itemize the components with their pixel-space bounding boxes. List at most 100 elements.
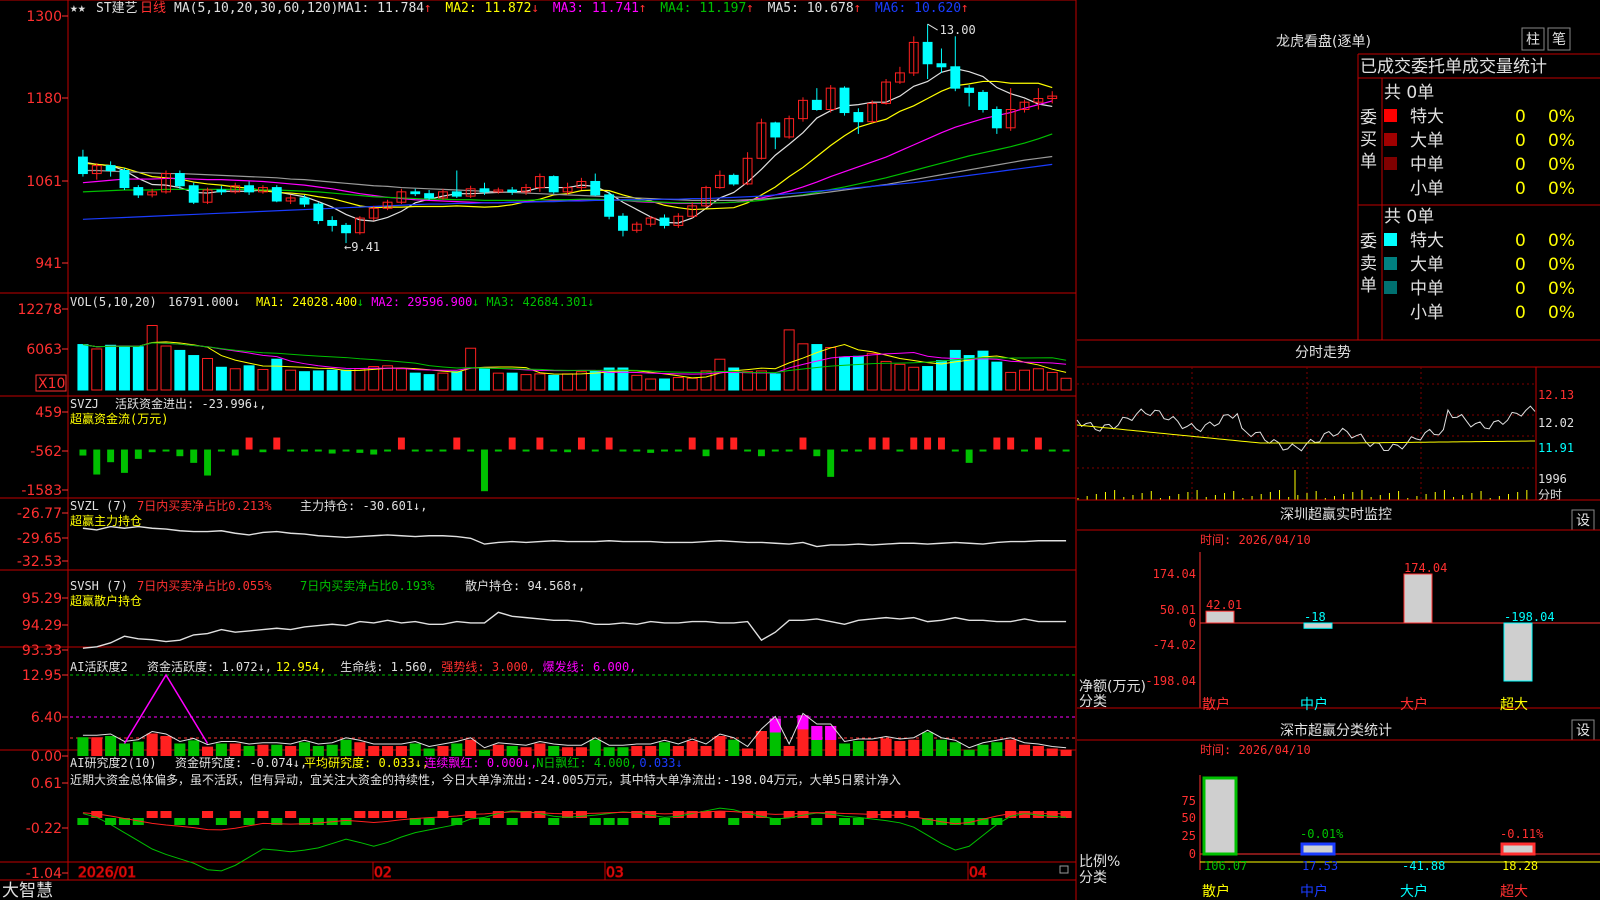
candle bbox=[590, 180, 601, 196]
order-type: 特大 bbox=[1410, 231, 1444, 251]
ai-bar bbox=[243, 745, 255, 756]
volume-bar bbox=[146, 324, 158, 391]
candle bbox=[327, 220, 338, 226]
candle bbox=[507, 189, 518, 193]
svzj-bar bbox=[134, 449, 142, 459]
svzj-bar bbox=[910, 437, 918, 450]
ai-bar bbox=[645, 745, 657, 756]
svzj-bar bbox=[494, 449, 502, 452]
ai-activity-panel[interactable]: 12.95 6.40 0.00 AI活跃度2 资金活跃度: 1.072↓, 12.954,… bbox=[22, 659, 1075, 765]
svzj-bar bbox=[370, 449, 378, 455]
vol-ma-value: MA1: 24028.400 bbox=[256, 295, 357, 309]
price-tick-label: 941 bbox=[35, 256, 62, 272]
ai2-tick-label: -0.22 bbox=[26, 821, 62, 837]
svzj-bar bbox=[896, 449, 904, 452]
volume-bar bbox=[949, 349, 961, 391]
ai-bar bbox=[118, 743, 131, 756]
svzj-bar bbox=[1048, 449, 1056, 452]
monitor-bar bbox=[1205, 610, 1235, 624]
svzj-bar bbox=[647, 449, 655, 453]
svzj-bar bbox=[730, 437, 738, 450]
order-type: 中单 bbox=[1410, 279, 1444, 299]
volume-bar bbox=[215, 366, 227, 391]
classify-category: 中户 bbox=[1300, 883, 1328, 900]
volume-panel[interactable]: 12278 6063 X10 VOL(5,10,20) 16791.000↓ MA1: 2… bbox=[17, 295, 1072, 392]
ma-arrow: ↓ bbox=[531, 1, 539, 16]
svzl-panel[interactable]: -26.77 -29.65 -32.53 SVZL (7) 7日内买卖净占比0.213%… bbox=[17, 498, 1067, 570]
ai2-value-5: 0.033↓ bbox=[639, 756, 682, 770]
classify-tick: 25 bbox=[1182, 829, 1196, 843]
svzj-bar bbox=[287, 449, 295, 452]
svzj-bar bbox=[1034, 437, 1042, 450]
volume-bar bbox=[257, 368, 269, 391]
volume-bar bbox=[1019, 369, 1031, 391]
svzl-desc: 7日内买卖净占比0.213% bbox=[137, 498, 272, 513]
candle bbox=[271, 187, 282, 202]
ai-bar bbox=[562, 747, 574, 756]
svzj-tick-label: -1583 bbox=[21, 483, 62, 499]
candle bbox=[119, 170, 130, 189]
svsh-value: 散户持仓: 94.568↑, bbox=[465, 578, 585, 593]
monitor-tick: -198.04 bbox=[1145, 674, 1196, 688]
volume-bar bbox=[880, 360, 892, 391]
candle bbox=[410, 191, 421, 195]
ai2-bar bbox=[174, 818, 186, 825]
classify-category: 散户 bbox=[1202, 883, 1230, 900]
order-color-swatch bbox=[1384, 233, 1397, 246]
ai-bar bbox=[382, 745, 394, 756]
candle bbox=[991, 109, 1002, 129]
ai-bar bbox=[935, 739, 947, 756]
svzj-bar bbox=[107, 449, 115, 463]
vol-ma-value: MA3: 42684.301 bbox=[486, 295, 587, 309]
classify-value: 18.28 bbox=[1502, 859, 1538, 873]
ai-burst-bar bbox=[811, 725, 823, 740]
ai2-bar bbox=[160, 811, 172, 818]
monitor-tick: 174.04 bbox=[1153, 567, 1196, 581]
ai2-bar bbox=[243, 818, 255, 825]
period-label[interactable]: 日线 bbox=[140, 1, 166, 16]
monitor-time: 时间: 2026/04/10 bbox=[1200, 533, 1311, 547]
ai-bar bbox=[1032, 745, 1044, 756]
ai2-value-3: 连续飘红: 0.000↓, bbox=[424, 755, 537, 770]
svzj-bar bbox=[148, 449, 156, 453]
classify-ylabel: 比例% bbox=[1079, 854, 1120, 870]
classify-time: 时间: 2026/04/10 bbox=[1200, 743, 1311, 757]
ai2-value-2: 平均研究度: 0.033↓, bbox=[304, 755, 429, 770]
svzj-bar bbox=[453, 437, 461, 450]
candle bbox=[839, 87, 850, 114]
order-pct: 0% bbox=[1548, 179, 1575, 199]
ai-research-panel[interactable]: 0.61 -0.22 -1.04 AI研究度2(10) 资金研究度: -0.074↓,平… bbox=[26, 755, 1072, 882]
svzj-bar bbox=[757, 449, 765, 457]
volume-bar bbox=[520, 374, 532, 391]
ai2-bar bbox=[395, 811, 407, 818]
candle bbox=[341, 224, 351, 234]
candle bbox=[770, 122, 781, 138]
ai2-bar bbox=[714, 811, 726, 818]
volume-bar bbox=[866, 352, 878, 391]
ai-bar bbox=[686, 740, 698, 756]
ai-bar bbox=[257, 744, 269, 756]
svzj-panel[interactable]: 459 -562 -1583 SVZJ 活跃资金进出: -23.996↓,超赢资金流(万… bbox=[21, 396, 1070, 499]
svzj-bar bbox=[674, 449, 682, 452]
svzj-tick-label: -562 bbox=[30, 444, 62, 460]
order-count: 0 bbox=[1515, 231, 1526, 251]
intraday-price-line bbox=[1076, 405, 1536, 452]
svsh-title: SVSH (7) bbox=[70, 579, 128, 593]
classify-bar bbox=[1202, 776, 1238, 856]
ai-bar bbox=[700, 745, 712, 756]
volume-bar bbox=[783, 329, 795, 391]
svzj-bar bbox=[273, 437, 281, 450]
side-label: 委 bbox=[1360, 108, 1377, 128]
ai2-bar bbox=[368, 811, 380, 818]
stock-name[interactable]: ST建艺 bbox=[96, 1, 138, 16]
ai-title: AI活跃度2 bbox=[70, 659, 128, 674]
kline-panel[interactable]: 13001180106194113.00←9.41MA1: 11.784 ↑ MA2… bbox=[26, 1, 1058, 272]
ai-bar bbox=[1018, 744, 1031, 756]
order-count: 0 bbox=[1515, 155, 1526, 175]
svzj-bar bbox=[190, 449, 198, 463]
candle bbox=[479, 188, 490, 193]
ma-value-3: MA3: 11.741 bbox=[553, 1, 639, 16]
stock-chart-canvas[interactable]: 2026/01 02 03 04 1300 1180 1061 941 13.00 ←9.41 M… bbox=[0, 0, 1600, 900]
order-type: 小单 bbox=[1410, 303, 1444, 323]
kline-header: ★★ ST建艺 日线 MA(5,10,20,30,60,120) bbox=[70, 1, 338, 16]
